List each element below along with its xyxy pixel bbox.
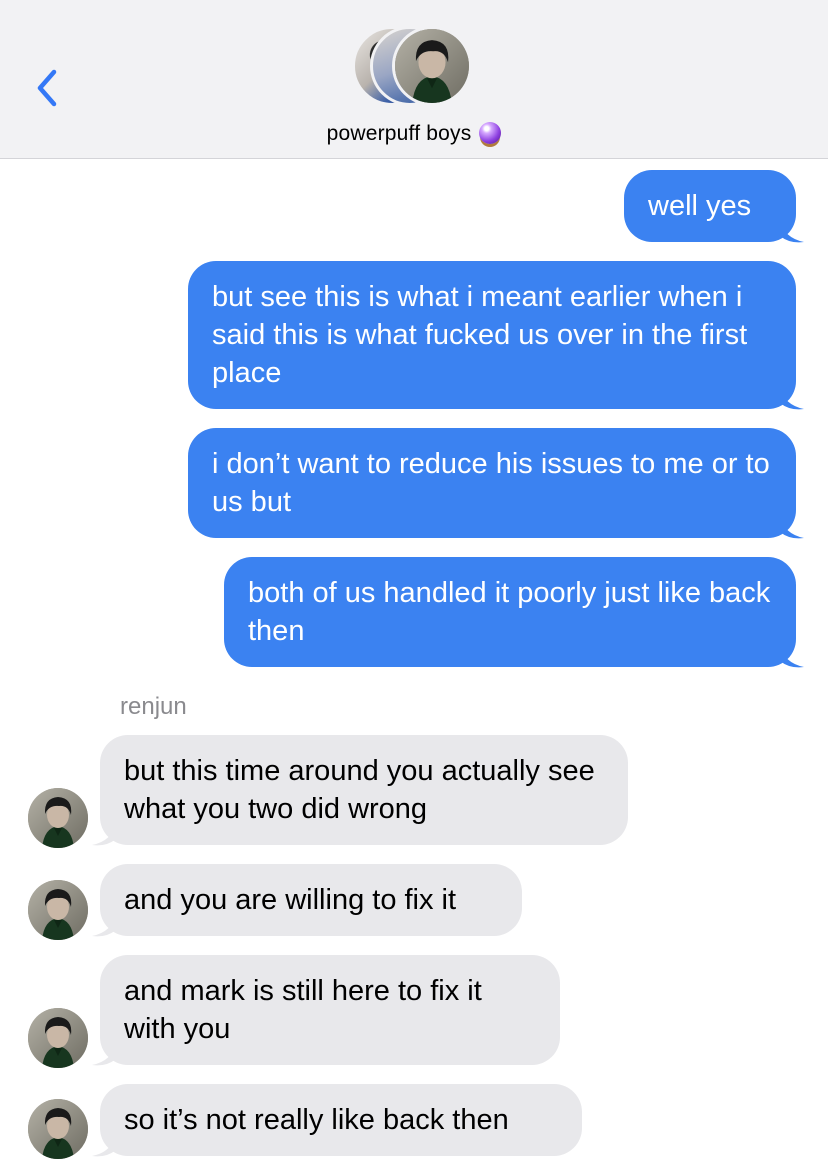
message-text: but this time around you actually see wh…	[124, 755, 595, 825]
bubble-tail	[780, 645, 804, 668]
crystal-ball-icon	[479, 122, 502, 144]
outgoing-message[interactable]: both of us handled it poorly just like b…	[224, 557, 796, 667]
group-avatar-stack[interactable]	[352, 26, 476, 108]
group-name: powerpuff boys	[326, 122, 472, 145]
message-text: both of us handled it poorly just like b…	[248, 577, 771, 647]
message-text: well yes	[648, 190, 752, 222]
chevron-left-icon	[37, 69, 57, 107]
avatar[interactable]	[28, 880, 88, 940]
incoming-message[interactable]: so it’s not really like back then	[100, 1084, 582, 1156]
back-button[interactable]	[30, 64, 70, 112]
bubble-tail	[92, 914, 116, 937]
incoming-message[interactable]: and you are willing to fix it	[100, 864, 522, 936]
message-text: i don’t want to reduce his issues to me …	[212, 448, 770, 518]
message-text: but see this is what i meant earlier whe…	[212, 281, 748, 389]
message-text: and mark is still here to fix it with yo…	[124, 975, 482, 1045]
incoming-message[interactable]: but this time around you actually see wh…	[100, 735, 628, 845]
avatar[interactable]	[28, 1008, 88, 1068]
bubble-tail	[92, 823, 116, 846]
outgoing-message[interactable]: well yes	[624, 170, 796, 242]
conversation-title[interactable]: powerpuff boys	[0, 122, 828, 146]
incoming-message[interactable]: and mark is still here to fix it with yo…	[100, 955, 560, 1065]
bubble-tail	[92, 1043, 116, 1066]
bubble-tail	[780, 220, 804, 243]
avatar[interactable]	[28, 1099, 88, 1159]
outgoing-message[interactable]: but see this is what i meant earlier whe…	[188, 261, 796, 409]
bubble-tail	[92, 1134, 116, 1157]
message-text: and you are willing to fix it	[124, 884, 457, 916]
bubble-tail	[780, 387, 804, 410]
sender-name: renjun	[120, 693, 187, 720]
avatar[interactable]	[28, 788, 88, 848]
message-text: so it’s not really like back then	[124, 1104, 509, 1136]
outgoing-message[interactable]: i don’t want to reduce his issues to me …	[188, 428, 796, 538]
bubble-tail	[780, 516, 804, 539]
chat-header: powerpuff boys	[0, 0, 828, 159]
avatar	[392, 26, 472, 106]
